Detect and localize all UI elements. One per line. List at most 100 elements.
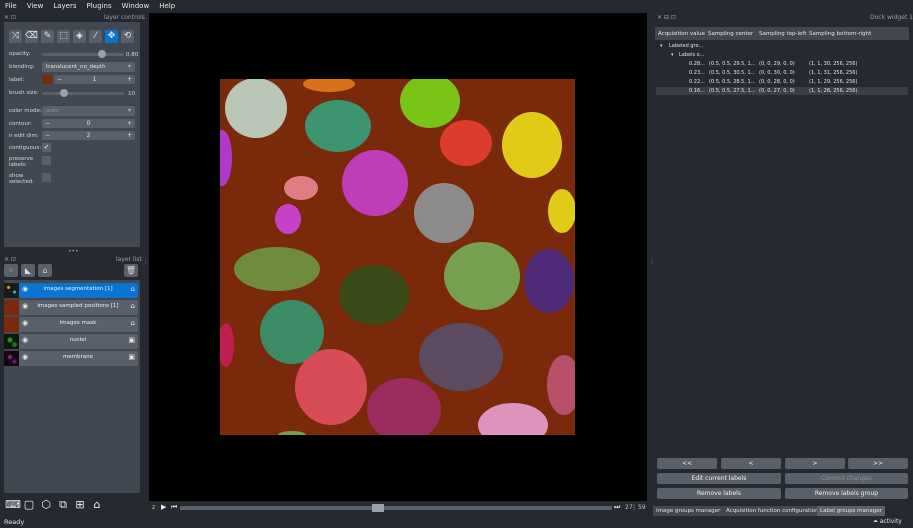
table-row[interactable]: 0.22... (0.5, 0.5, 28.5, 1... (0, 0, 28,… (656, 78, 908, 86)
opacity-slider[interactable] (42, 53, 124, 56)
polygon-icon[interactable]: ⬚ (57, 30, 70, 43)
remove-labels-group-button[interactable]: Remove labels group (785, 488, 908, 499)
home-icon[interactable]: ⌂ (90, 498, 104, 512)
layer-row-images-mask[interactable]: ◉ images mask ⌂ (4, 317, 138, 332)
menu-layers[interactable]: Layers (48, 2, 81, 10)
roll-dims-icon[interactable]: ⬡ (39, 498, 53, 512)
menu-plugins[interactable]: Plugins (82, 2, 117, 10)
new-points-icon[interactable]: ⁘ (4, 264, 18, 277)
layer-name: nuclei (69, 337, 87, 343)
table-row[interactable]: 0.16... (0.5, 0.5, 27.5, 1... (0, 0, 27,… (656, 87, 908, 95)
menu-help[interactable]: Help (154, 2, 180, 10)
dock-header-icons[interactable]: ✕ ⊟ ⊡ (657, 14, 676, 21)
first-button[interactable]: << (657, 458, 717, 469)
eye-icon[interactable]: ◉ (22, 285, 28, 293)
eye-icon[interactable]: ◉ (22, 319, 28, 327)
label-spinbox[interactable]: − 1 + (54, 75, 135, 84)
sampling-bottom-right: (1, 1, 29, 256, 256) (809, 79, 858, 85)
pan-zoom-icon[interactable]: ✥ (105, 30, 118, 43)
previous-button[interactable]: < (721, 458, 781, 469)
show-selected-label: show selected: (9, 173, 35, 185)
blending-label: blending: (9, 64, 35, 70)
label-increment[interactable]: + (127, 75, 132, 84)
next-button[interactable]: > (785, 458, 845, 469)
n-edit-dim-spinbox[interactable]: − 2 + (42, 131, 135, 140)
chevron-down-icon: ▾ (127, 107, 131, 114)
panel-header-icons[interactable]: ✕ ⊡ (4, 14, 16, 21)
table-row[interactable]: 0.23... (0.5, 0.5, 30.5, 1... (0, 0, 30,… (656, 69, 908, 77)
contiguous-checkbox[interactable]: ✓ (42, 143, 51, 152)
tree-child[interactable]: Labels o... (679, 52, 704, 58)
grid-view-icon[interactable]: ⊞ (73, 498, 87, 512)
play-icon[interactable]: ▶ (161, 503, 166, 511)
menu-window[interactable]: Window (117, 2, 155, 10)
transform-icon[interactable]: ⤨ (9, 30, 22, 43)
expand-arrow-icon[interactable]: ▾ (660, 43, 663, 49)
n-edit-dim-value: 2 (86, 132, 91, 139)
blending-select[interactable]: translucent_no_depth ▾ (42, 62, 135, 72)
eye-icon[interactable]: ◉ (22, 353, 28, 361)
dims-slider[interactable] (180, 506, 612, 510)
contour-increment[interactable]: + (127, 119, 132, 128)
tab-acquisition-function-configuration[interactable]: Acquisition function configuration (723, 506, 822, 516)
step-back-icon[interactable]: ⏮ (171, 503, 177, 512)
label-color-swatch (42, 75, 52, 84)
activity-button[interactable]: ⏶ activity (873, 518, 902, 526)
layer-row-membrane[interactable]: ◉ membrane ▣ (4, 351, 138, 366)
activity-label: activity (879, 518, 902, 525)
console-icon[interactable]: ⌨ (5, 498, 21, 512)
opacity-slider-handle[interactable] (98, 50, 106, 58)
brush-size-slider[interactable] (42, 92, 124, 95)
eraser-icon[interactable]: ⌫ (25, 30, 38, 43)
commit-changes-button[interactable]: Commit changes (785, 473, 908, 484)
tab-label-groups-manager[interactable]: Label groups manager (817, 506, 885, 516)
splitter-handle-icon[interactable]: ••• (68, 248, 79, 255)
column-acquisition-value[interactable]: Acquisition value (658, 31, 705, 37)
slider-total: 59 (638, 504, 646, 511)
show-selected-checkbox[interactable] (42, 173, 51, 182)
column-sampling-center[interactable]: Sampling center (708, 31, 753, 37)
color-mode-value: auto (46, 108, 59, 114)
toggle-ndisplay-icon[interactable]: ▢ (22, 498, 36, 512)
layer-list-header-icons[interactable]: ✕ ⊡ (4, 256, 16, 263)
layer-row-images-sampled-positions[interactable]: ◉ images sampled positions [1] ⌂ (4, 300, 138, 315)
preserve-labels-checkbox[interactable] (42, 156, 51, 165)
column-sampling-bottom-right[interactable]: Sampling bottom-right (809, 31, 871, 37)
new-shapes-icon[interactable]: ◣ (21, 264, 35, 277)
menu-view[interactable]: View (22, 2, 49, 10)
color-picker-icon[interactable]: ⁄ (89, 30, 102, 43)
edit-current-labels-button[interactable]: Edit current labels (657, 473, 781, 484)
dims-slider-handle[interactable] (372, 504, 384, 512)
delete-layer-icon[interactable]: 🗑 (124, 264, 138, 277)
paint-brush-icon[interactable]: ✎ (41, 30, 54, 43)
expand-arrow-icon[interactable]: ▾ (671, 52, 674, 58)
fill-bucket-icon[interactable]: ◈ (73, 30, 86, 43)
slider-separator: | (633, 504, 636, 511)
layer-row-nuclei[interactable]: ◉ nuclei ▣ (4, 334, 138, 349)
color-mode-select[interactable]: auto ▾ (42, 106, 135, 116)
remove-labels-button[interactable]: Remove labels (657, 488, 781, 499)
tab-image-groups-manager[interactable]: Image groups manager (653, 506, 724, 516)
column-sampling-top-left[interactable]: Sampling top-left (759, 31, 806, 37)
last-button[interactable]: >> (848, 458, 908, 469)
new-labels-icon[interactable]: ⌂ (38, 264, 52, 277)
viewer-canvas[interactable] (149, 13, 647, 501)
eye-icon[interactable]: ◉ (22, 336, 28, 344)
contour-spinbox[interactable]: − 0 + (42, 119, 135, 128)
brush-size-slider-handle[interactable] (60, 89, 68, 97)
table-row[interactable]: 0.28... (0.5, 0.5, 29.5, 1... (0, 0, 29,… (656, 60, 908, 68)
n-edit-dim-increment[interactable]: + (127, 131, 132, 140)
transpose-icon[interactable]: ⧉ (56, 498, 70, 512)
layer-row-images-segmentation[interactable]: ◉ images segmentation [1] ⌂ (4, 283, 138, 298)
sampling-center: (0.5, 0.5, 29.5, 1... (709, 61, 756, 67)
acq-value: 0.28... (689, 61, 705, 67)
step-forward-icon[interactable]: ⏭ (614, 503, 620, 512)
labels-type-icon: ⌂ (130, 302, 135, 310)
color-mode-label: color mode: (9, 108, 42, 114)
transform-rotate-icon[interactable]: ⟲ (121, 30, 134, 43)
tree-root[interactable]: Labeled gro... (669, 43, 703, 49)
layer-list-title: layer list (116, 256, 142, 263)
eye-icon[interactable]: ◉ (22, 302, 28, 310)
layer-thumbnail (4, 283, 19, 298)
menu-file[interactable]: File (0, 2, 22, 10)
